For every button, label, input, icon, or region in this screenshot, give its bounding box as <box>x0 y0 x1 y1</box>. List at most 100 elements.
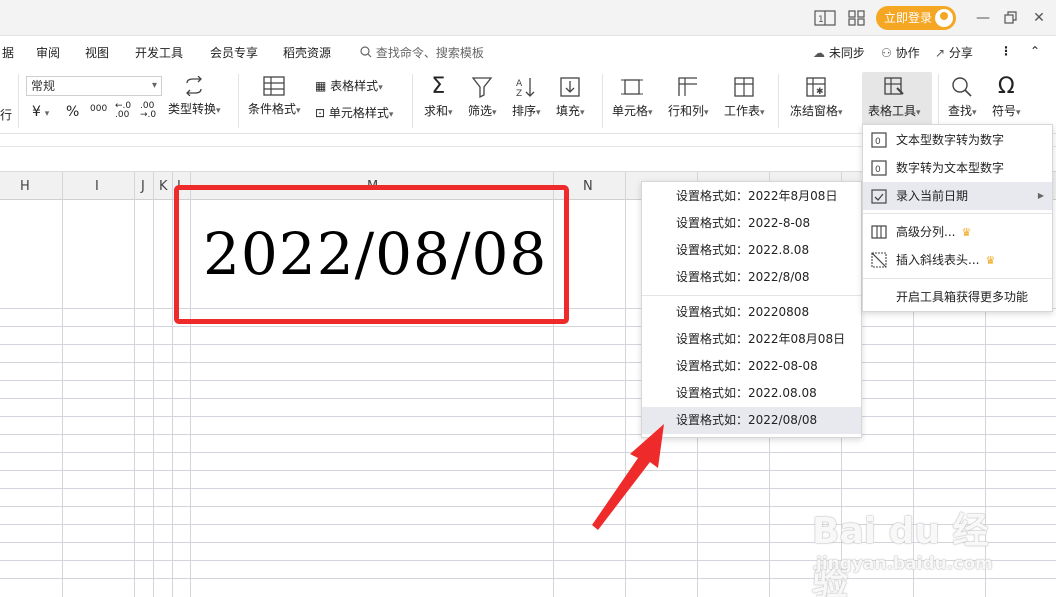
watermark-brand: Bai du 经验 <box>812 511 989 597</box>
cloud-icon: ☁ <box>813 46 825 60</box>
svg-text:A: A <box>516 79 523 89</box>
date-format-option[interactable]: 设置格式如：2022-08-08 <box>642 353 861 380</box>
number-format-select[interactable]: 常规 <box>26 76 162 96</box>
share-label: 分享 <box>948 46 973 60</box>
svg-text:Z: Z <box>516 89 522 98</box>
type-convert-button[interactable]: 类型转换▾ <box>168 76 221 117</box>
date-format-submenu: 设置格式如：2022年8月08日 设置格式如：2022-8-08 设置格式如：2… <box>641 181 862 438</box>
col-header-h[interactable]: H <box>20 179 30 194</box>
collab-icon: ⚇ <box>881 46 892 60</box>
close-icon[interactable]: ✕ <box>1030 9 1048 27</box>
tab-review[interactable]: 审阅 <box>36 44 60 61</box>
red-pointer-arrow-icon <box>592 424 664 530</box>
watermark-url: jingyan.baidu.com <box>816 554 993 574</box>
thousands-button[interactable]: 000 <box>90 104 107 114</box>
cell-style-button[interactable]: ⊡ 单元格样式▾ <box>315 104 393 121</box>
date-format-option[interactable]: 设置格式如：2022/8/08 <box>642 264 861 291</box>
decrease-decimal-button[interactable]: .00 →.0 <box>140 102 158 120</box>
col-header-i[interactable]: I <box>95 179 99 194</box>
login-button[interactable]: 立即登录 <box>876 6 956 30</box>
date-format-option[interactable]: 设置格式如：2022.08.08 <box>642 380 861 407</box>
col-header-j[interactable]: J <box>141 179 145 194</box>
find-button[interactable]: 查找▾ <box>948 76 977 119</box>
number-to-text-icon: 0 <box>871 160 887 176</box>
freeze-icon: ✱ <box>806 77 826 97</box>
filter-icon <box>471 77 493 98</box>
currency-button[interactable]: ¥ ▾ <box>32 104 49 120</box>
increase-decimal-button[interactable]: ←.0 .00 <box>115 102 133 120</box>
cell-style-icon: ⊡ <box>315 106 326 120</box>
tab-view[interactable]: 视图 <box>85 44 109 61</box>
share-icon: ↗ <box>935 46 946 60</box>
sort-button[interactable]: A Z 排序▾ <box>512 76 541 119</box>
diagonal-header-item[interactable]: 插入斜线表头... ♛ <box>863 246 1052 274</box>
table-style-button[interactable]: ▦ 表格样式▾ <box>315 77 383 94</box>
crown-icon: ♛ <box>961 226 972 239</box>
title-bar: 1 立即登录 — ✕ <box>0 0 1056 36</box>
worksheet-button[interactable]: 工作表▾ <box>724 76 765 119</box>
search-box[interactable]: 查找命令、搜索模板 <box>360 44 484 61</box>
table-tools-menu: 0 文本型数字转为数字 0 数字转为文本型数字 录入当前日期 ▶ 高级分列...… <box>862 124 1053 312</box>
text-to-number-item[interactable]: 0 文本型数字转为数字 <box>863 126 1052 154</box>
svg-text:✱: ✱ <box>816 87 824 97</box>
date-format-option[interactable]: 设置格式如：2022-8-08 <box>642 210 861 237</box>
split-columns-icon <box>871 225 887 239</box>
reading-mode-icon[interactable]: 1 <box>814 9 836 27</box>
row-col-icon <box>678 77 698 96</box>
advanced-split-item[interactable]: 高级分列... ♛ <box>863 218 1052 246</box>
sort-icon: A Z <box>516 78 535 98</box>
sum-button[interactable]: Σ 求和▾ <box>424 76 453 119</box>
date-format-option[interactable]: 设置格式如：2022年8月08日 <box>642 183 861 210</box>
text-to-number-icon: 0 <box>871 132 887 148</box>
fill-button[interactable]: 填充▾ <box>556 76 585 119</box>
insert-current-date-item[interactable]: 录入当前日期 ▶ <box>863 182 1052 210</box>
share-button[interactable]: ↗ 分享 <box>935 44 973 61</box>
collapse-ribbon-icon[interactable]: ⌃ <box>1030 44 1040 58</box>
collab-button[interactable]: ⚇ 协作 <box>881 44 920 61</box>
calendar-check-icon <box>871 189 887 204</box>
svg-text:1: 1 <box>818 15 824 25</box>
search-icon <box>360 46 372 58</box>
tab-member[interactable]: 会员专享 <box>210 44 258 61</box>
sync-button[interactable]: ☁ 未同步 <box>813 44 865 61</box>
date-format-option[interactable]: 设置格式如：20220808 <box>642 299 861 326</box>
percent-button[interactable]: % <box>66 104 79 120</box>
tab-developer[interactable]: 开发工具 <box>135 44 183 61</box>
date-format-option-selected[interactable]: 设置格式如：2022/08/08 <box>642 407 861 434</box>
login-label: 立即登录 <box>884 11 933 25</box>
find-icon <box>952 77 972 97</box>
sync-label: 未同步 <box>828 46 865 60</box>
tab-docer[interactable]: 稻壳资源 <box>283 44 331 61</box>
tab-data[interactable]: 据 <box>2 44 14 61</box>
filter-button[interactable]: 筛选▾ <box>468 76 497 119</box>
conditional-format-button[interactable]: 条件格式▾ <box>248 76 301 117</box>
cell-button[interactable]: 单元格▾ <box>612 76 653 119</box>
svg-text:0: 0 <box>875 137 881 147</box>
sigma-icon: Σ <box>431 74 446 99</box>
symbol-button[interactable]: Ω 符号▾ <box>992 76 1021 119</box>
table-tools-button[interactable]: 表格工具▾ <box>868 76 921 119</box>
col-header-k[interactable]: K <box>159 179 168 194</box>
more-icon[interactable]: ⋮ <box>1000 44 1012 58</box>
collab-label: 协作 <box>895 46 920 60</box>
grid-apps-icon[interactable] <box>846 9 868 27</box>
date-format-option[interactable]: 设置格式如：2022年08月08日 <box>642 326 861 353</box>
col-header-n[interactable]: N <box>583 179 593 194</box>
restore-icon[interactable] <box>1002 9 1020 27</box>
currency-icon: ¥ <box>32 104 41 120</box>
freeze-panes-button[interactable]: ✱ 冻结窗格▾ <box>790 76 843 119</box>
red-highlight-box <box>174 185 569 324</box>
ribbon-cut-label: 行 <box>0 108 13 122</box>
worksheet-icon <box>734 77 754 97</box>
omega-icon: Ω <box>997 74 1015 99</box>
date-format-option[interactable]: 设置格式如：2022.8.08 <box>642 237 861 264</box>
fill-icon <box>560 77 580 97</box>
toolbox-more-item[interactable]: 开启工具箱获得更多功能 <box>863 283 1052 311</box>
avatar-icon <box>935 9 953 27</box>
search-placeholder: 查找命令、搜索模板 <box>375 46 484 60</box>
minimize-icon[interactable]: — <box>974 9 992 27</box>
conditional-format-icon <box>263 76 285 96</box>
number-to-text-item[interactable]: 0 数字转为文本型数字 <box>863 154 1052 182</box>
row-col-button[interactable]: 行和列▾ <box>668 76 709 119</box>
table-tools-icon <box>884 77 904 95</box>
